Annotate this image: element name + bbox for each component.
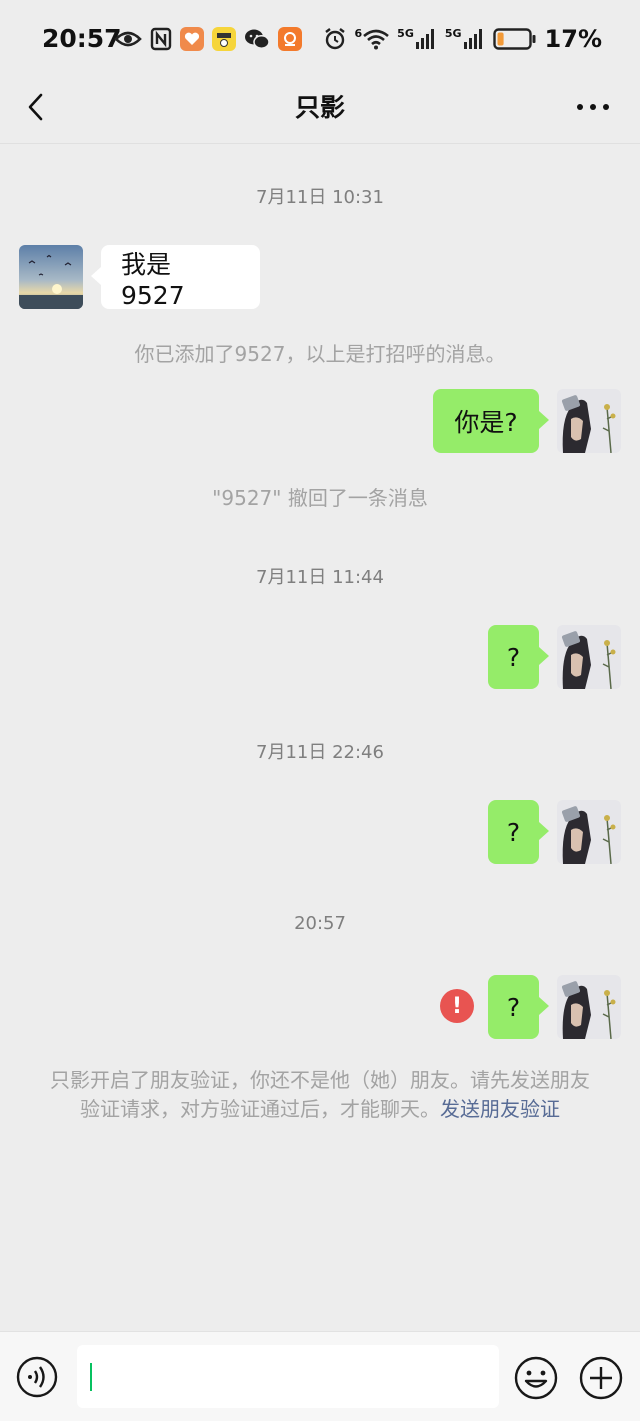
outgoing-message-bubble[interactable]: ? (488, 625, 549, 689)
text-caret (90, 1363, 92, 1391)
timestamp: 7月11日 10:31 (256, 187, 384, 208)
eye-icon (114, 31, 142, 47)
my-avatar[interactable] (557, 800, 621, 864)
app-orange-icon (278, 27, 302, 51)
app-heart-icon (180, 27, 204, 51)
message-input-field[interactable] (77, 1345, 499, 1408)
alarm-icon (324, 28, 345, 50)
my-avatar[interactable] (557, 975, 621, 1039)
wechat-icon (245, 29, 270, 49)
status-bar: 20:57 6 5G 5G 17% (0, 0, 640, 78)
outgoing-message-bubble[interactable]: ? (488, 800, 549, 864)
send-failed-icon[interactable]: ! (440, 989, 474, 1023)
my-avatar[interactable] (557, 625, 621, 689)
battery-percent: 17% (544, 25, 602, 53)
timestamp: 20:57 (294, 913, 346, 934)
nfc-icon (150, 27, 172, 51)
incoming-message-bubble[interactable]: 我是 9527 (91, 245, 260, 310)
wifi-icon (363, 29, 390, 50)
add-more-icon[interactable] (579, 1356, 623, 1400)
timestamp: 7月11日 11:44 (256, 567, 384, 588)
status-time: 20:57 (42, 24, 122, 53)
voice-input-icon[interactable] (16, 1356, 58, 1398)
cellular-status-1: 5G (397, 28, 437, 50)
status-system-icons: 6 5G 5G 17% (323, 24, 602, 54)
outgoing-message-bubble[interactable]: 你是? (433, 389, 549, 453)
status-notification-icons (114, 24, 302, 54)
chat-header: 只影 (0, 78, 640, 144)
battery-level-fill (497, 32, 504, 46)
emoji-icon[interactable] (514, 1356, 558, 1400)
outgoing-message-bubble[interactable]: ? (488, 975, 549, 1039)
cellular-status-2: 5G (445, 28, 485, 50)
my-avatar[interactable] (557, 389, 621, 453)
chat-title: 只影 (294, 93, 345, 122)
system-message-added: 你已添加了9527，以上是打招呼的消息。 (134, 342, 506, 366)
app-yellow-icon (212, 27, 236, 51)
signal-bars-icon (463, 29, 482, 49)
timestamp: 7月11日 22:46 (256, 742, 384, 763)
system-message-recalled: "9527" 撤回了一条消息 (212, 486, 428, 510)
send-verification-link[interactable]: 发送朋友验证 (440, 1097, 560, 1121)
more-options-icon[interactable] (576, 92, 610, 122)
battery-icon (492, 28, 536, 50)
message-input-bar (0, 1331, 640, 1421)
wifi-status: 6 (355, 28, 390, 50)
contact-avatar[interactable] (19, 245, 83, 309)
signal-bars-icon (415, 29, 434, 49)
friend-verification-notice: 只影开启了朋友验证，你还不是他（她）朋友。请先发送朋友验证请求，对方验证通过后，… (50, 1066, 590, 1124)
